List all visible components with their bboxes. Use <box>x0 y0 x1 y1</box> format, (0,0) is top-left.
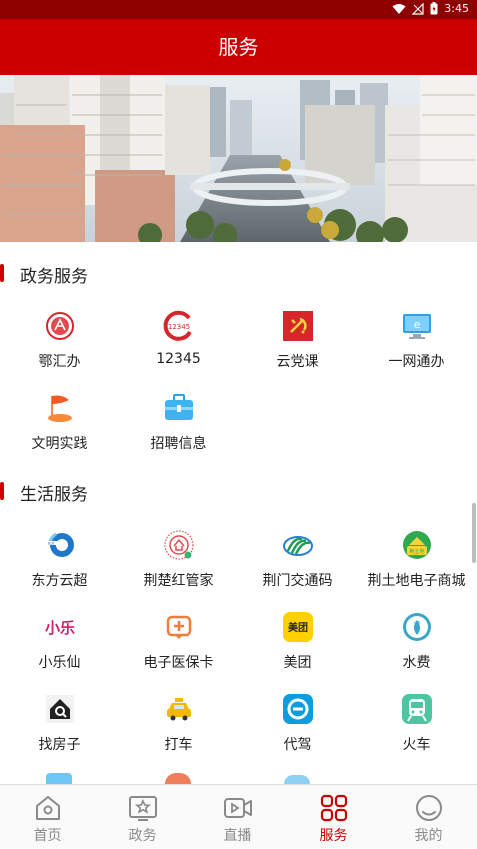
svg-text:美团: 美团 <box>288 621 308 634</box>
service-label: 招聘信息 <box>150 436 207 452</box>
house-search-icon <box>44 693 76 725</box>
dongfang-yunchao-icon: 东方 <box>44 529 76 561</box>
service-recruitment[interactable]: 招聘信息 <box>119 392 238 453</box>
hotline-12345-icon: 12345 <box>163 310 195 342</box>
service-train[interactable]: 火车 <box>357 693 476 754</box>
service-civilization-practice[interactable]: 文明实践 <box>0 392 119 453</box>
service-designated-driver[interactable]: 代驾 <box>238 693 357 754</box>
service-label: 水费 <box>402 655 431 671</box>
service-label: 荆门交通码 <box>262 573 333 589</box>
service-label: 电子医保卡 <box>143 655 214 671</box>
section-marker <box>0 264 4 282</box>
meituan-icon: 美团 <box>282 611 314 643</box>
monitor-e-icon: e <box>401 310 433 342</box>
service-taxi[interactable]: 打车 <box>119 693 238 754</box>
service-find-house[interactable]: 找房子 <box>0 693 119 754</box>
water-fee-icon: JM <box>401 611 433 643</box>
train-icon <box>401 693 433 725</box>
profile-icon <box>414 793 444 823</box>
service-label: 云党课 <box>276 354 319 370</box>
xiaolexian-icon: 小乐 <box>44 611 76 643</box>
service-label: 东方云超 <box>31 573 88 589</box>
service-one-network[interactable]: e 一网通办 <box>357 310 476 371</box>
government-icon <box>128 793 158 823</box>
svg-text:e: e <box>413 318 420 331</box>
service-water-fee[interactable]: JM 水费 <box>357 611 476 672</box>
page-title-bar: 服务 <box>0 19 477 75</box>
service-label: 美团 <box>283 655 312 671</box>
traffic-code-icon <box>282 529 314 561</box>
service-label: 12345 <box>156 351 201 367</box>
briefcase-icon <box>163 392 195 424</box>
partial-row-icon <box>46 773 72 784</box>
service-label: 一网通办 <box>388 354 445 370</box>
services-content[interactable]: 政务服务 鄂汇办 12345 12345 云党课 e 一网通办 文明实践 招聘信… <box>0 242 477 784</box>
home-icon <box>33 793 63 823</box>
svg-text:东方: 东方 <box>47 541 54 546</box>
svg-text:12345: 12345 <box>167 323 189 331</box>
service-land-mall[interactable]: 荆土地 荆土地电子商城 <box>357 529 476 590</box>
designated-driver-icon <box>282 693 314 725</box>
service-label: 火车 <box>402 737 431 753</box>
live-video-icon <box>223 793 253 823</box>
partial-row-icon <box>284 775 310 784</box>
tab-live[interactable]: 直播 <box>190 785 285 849</box>
tab-label: 我的 <box>414 828 443 844</box>
section-title: 生活服务 <box>20 485 88 505</box>
section-marker <box>0 482 4 500</box>
bottom-tab-bar: 首页 政务 直播 服务 我的 <box>0 784 477 848</box>
wifi-icon <box>392 3 406 15</box>
service-medical-card[interactable]: 电子医保卡 <box>119 611 238 672</box>
service-cloud-party-class[interactable]: 云党课 <box>238 310 357 371</box>
service-ehuiban[interactable]: 鄂汇办 <box>0 310 119 371</box>
land-mall-icon: 荆土地 <box>401 529 433 561</box>
party-flag-icon <box>282 310 314 342</box>
scrollbar-thumb[interactable] <box>472 503 476 563</box>
partial-row-icon <box>165 773 191 784</box>
tab-home[interactable]: 首页 <box>0 785 95 849</box>
tab-profile[interactable]: 我的 <box>381 785 476 849</box>
page-title: 服务 <box>218 35 259 59</box>
tab-label: 政务 <box>128 828 157 844</box>
service-label: 打车 <box>164 737 193 753</box>
svg-text:荆土地: 荆土地 <box>409 548 424 555</box>
section-title: 政务服务 <box>20 267 88 287</box>
tab-label: 服务 <box>319 828 348 844</box>
tab-government[interactable]: 政务 <box>95 785 190 849</box>
jingchu-housekeeper-icon <box>163 529 195 561</box>
service-label: 鄂汇办 <box>38 354 81 370</box>
service-label: 荆土地电子商城 <box>367 573 466 589</box>
battery-icon <box>430 2 438 15</box>
status-bar: 3:45 <box>0 0 477 19</box>
tab-services[interactable]: 服务 <box>286 785 381 849</box>
service-label: 荆楚红管家 <box>143 573 214 589</box>
taxi-icon <box>163 693 195 725</box>
service-traffic-code[interactable]: 荆门交通码 <box>238 529 357 590</box>
medical-card-icon <box>163 611 195 643</box>
svg-text:JM: JM <box>413 621 420 627</box>
city-banner-image[interactable] <box>0 75 477 242</box>
service-12345[interactable]: 12345 12345 <box>119 310 238 367</box>
service-label: 小乐仙 <box>38 655 81 671</box>
service-label: 代驾 <box>283 737 312 753</box>
clock: 3:45 <box>444 2 469 15</box>
tab-label: 首页 <box>33 828 62 844</box>
tab-label: 直播 <box>223 828 252 844</box>
ehuiban-icon <box>44 310 76 342</box>
service-xiaolexian[interactable]: 小乐 小乐仙 <box>0 611 119 672</box>
grid-services-icon <box>319 793 349 823</box>
service-dongfang-yunchao[interactable]: 东方 东方云超 <box>0 529 119 590</box>
flag-icon <box>44 392 76 424</box>
signal-off-icon <box>412 2 424 15</box>
service-label: 找房子 <box>38 737 81 753</box>
service-label: 文明实践 <box>31 436 88 452</box>
service-jingchu-housekeeper[interactable]: 荆楚红管家 <box>119 529 238 590</box>
svg-text:小乐: 小乐 <box>44 619 74 637</box>
service-meituan[interactable]: 美团 美团 <box>238 611 357 672</box>
